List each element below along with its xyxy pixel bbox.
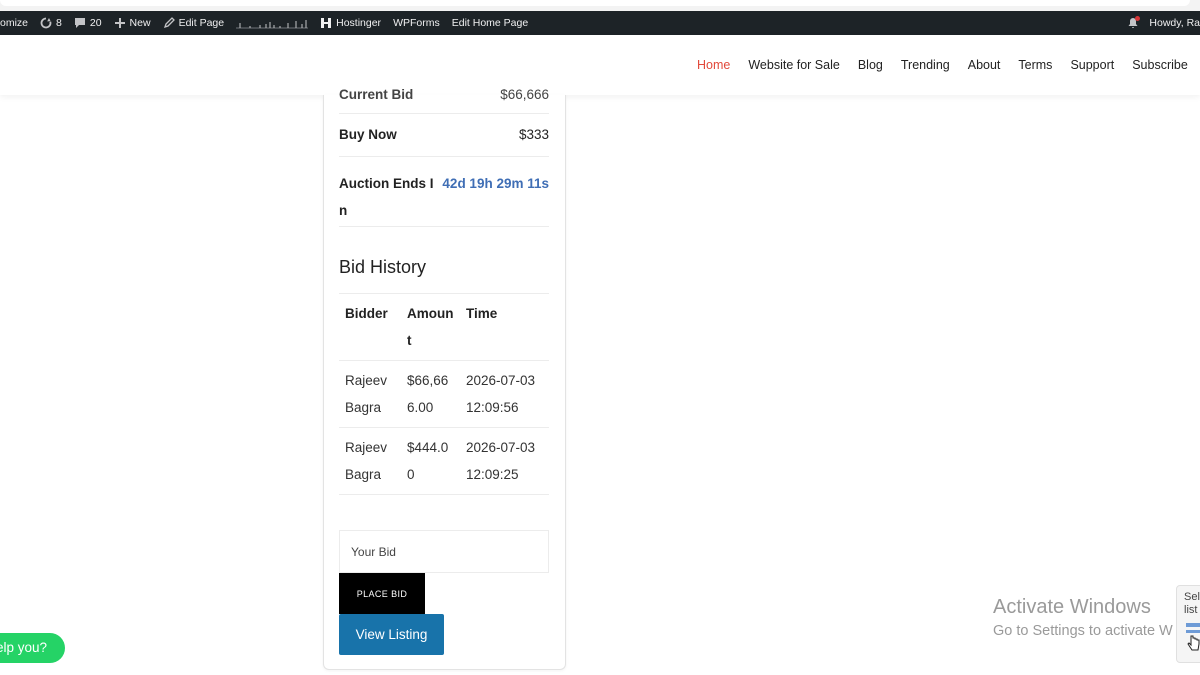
new-item[interactable]: New <box>114 17 151 29</box>
nav-item-subscribe[interactable]: Subscribe <box>1132 58 1188 72</box>
stats-sparkline-item[interactable] <box>236 17 309 29</box>
current-bid-value: $66,666 <box>500 87 549 102</box>
time-cell: 2026-07-03 12:09:25 <box>460 427 549 495</box>
bid-history-table: Bidder Amount Time Rajeev Bagra $66,666.… <box>339 294 549 495</box>
watermark-subtitle: Go to Settings to activate W <box>993 623 1173 639</box>
comment-icon <box>74 18 85 28</box>
plus-icon <box>114 18 125 28</box>
edit-page-label: Edit Page <box>178 17 225 29</box>
wp-admin-bar: omize 8 20 New Edit Page Hostinger WPFor… <box>0 11 1200 35</box>
browser-chrome <box>0 0 1200 11</box>
time-cell: 2026-07-03 12:09:56 <box>460 360 549 428</box>
auction-ends-label: Auction Ends In <box>339 176 434 218</box>
updates-count: 8 <box>56 17 62 29</box>
watermark-title: Activate Windows <box>993 596 1151 618</box>
wpforms-label: WPForms <box>393 17 440 29</box>
table-row: Rajeev Bagra $66,666.00 2026-07-03 12:09… <box>339 360 549 428</box>
header-amount: Amount <box>401 294 460 361</box>
stats-sparkline-icon <box>236 20 309 29</box>
notification-dot <box>1135 16 1141 21</box>
activate-windows-watermark: Activate Windows Go to Settings to activ… <box>993 596 1173 639</box>
nav-item-about[interactable]: About <box>968 58 1001 72</box>
amount-cell: $66,666.00 <box>401 360 460 428</box>
current-bid-row: Current Bid $66,666 <box>339 83 549 114</box>
hostinger-label: Hostinger <box>336 17 382 29</box>
howdy-user[interactable]: Howdy, Ra <box>1149 17 1200 29</box>
browser-tab-edge <box>0 0 1190 6</box>
buy-now-row: Buy Now $333 <box>339 113 549 157</box>
comments-item[interactable]: 20 <box>74 17 102 29</box>
place-bid-button[interactable]: PLACE BID <box>339 573 425 614</box>
main-nav: Home Website for Sale Blog Trending Abou… <box>697 35 1200 95</box>
pencil-icon <box>163 17 175 29</box>
bidder-cell: Rajeev Bagra <box>339 427 401 495</box>
nav-item-website-for-sale[interactable]: Website for Sale <box>748 58 839 72</box>
edit-page-item[interactable]: Edit Page <box>163 17 225 29</box>
nav-item-support[interactable]: Support <box>1070 58 1114 72</box>
buy-now-label: Buy Now <box>339 127 397 142</box>
edit-home-label: Edit Home Page <box>451 17 529 29</box>
nav-item-terms[interactable]: Terms <box>1018 58 1052 72</box>
site-header: Home Website for Sale Blog Trending Abou… <box>0 35 1200 95</box>
bid-history-title: Bid History <box>339 257 427 277</box>
current-bid-label: Current Bid <box>339 87 414 102</box>
view-listing-button[interactable]: View Listing <box>339 614 444 655</box>
amount-cell: $444.00 <box>401 427 460 495</box>
hand-pointer-icon <box>1186 623 1200 651</box>
table-row: Rajeev Bagra $444.00 2026-07-03 12:09:25 <box>339 427 549 495</box>
your-bid-input[interactable] <box>339 530 549 573</box>
table-header-row: Bidder Amount Time <box>339 294 549 361</box>
widget-label: Sel list <box>1184 591 1200 616</box>
bidder-cell: Rajeev Bagra <box>339 360 401 428</box>
adminbar-right: Howdy, Ra <box>1127 11 1200 35</box>
auction-ends-row: Auction Ends In 42d 19h 29m 11s <box>339 156 549 227</box>
customize-item[interactable]: omize <box>0 17 28 29</box>
chat-help-button[interactable]: elp you? <box>0 633 65 663</box>
header-bidder: Bidder <box>339 294 401 361</box>
header-time: Time <box>460 294 549 361</box>
buy-now-value: $333 <box>518 127 549 142</box>
nav-item-blog[interactable]: Blog <box>858 58 883 72</box>
auction-card: Current Bid $66,666 Buy Now $333 Auction… <box>323 87 566 670</box>
hostinger-item[interactable]: Hostinger <box>320 17 381 29</box>
auction-countdown: 42d 19h 29m 11s <box>442 176 549 191</box>
notification-bell-icon[interactable] <box>1127 16 1141 29</box>
nav-item-home[interactable]: Home <box>697 58 730 72</box>
updates-item[interactable]: 8 <box>40 17 62 29</box>
hostinger-logo-icon <box>321 18 332 28</box>
updates-icon <box>40 17 52 29</box>
wpforms-item[interactable]: WPForms <box>393 17 440 29</box>
comments-count: 20 <box>89 17 102 29</box>
nav-item-trending[interactable]: Trending <box>901 58 950 72</box>
customize-label: omize <box>0 17 29 29</box>
new-label: New <box>129 17 151 29</box>
select-listing-widget[interactable]: Sel list <box>1176 585 1200 663</box>
edit-home-item[interactable]: Edit Home Page <box>452 17 528 29</box>
